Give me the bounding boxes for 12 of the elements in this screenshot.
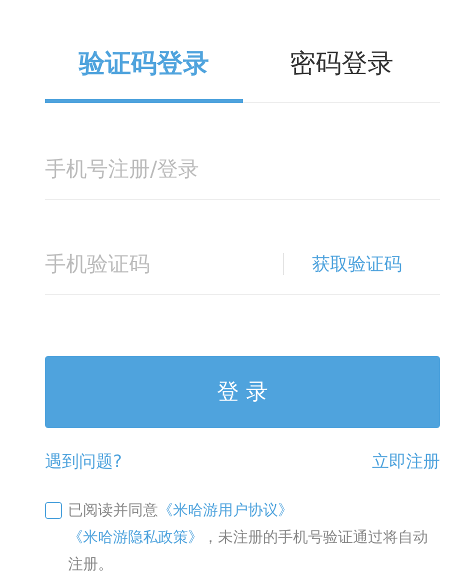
agreement-checkbox[interactable] xyxy=(45,502,62,519)
agreement-link[interactable]: 《米哈游用户协议》 xyxy=(158,501,293,519)
login-button[interactable]: 登 录 xyxy=(45,356,440,428)
code-input-field[interactable]: 手机验证码 xyxy=(45,247,283,281)
get-code-link[interactable]: 获取验证码 xyxy=(312,252,440,276)
phone-input-field[interactable]: 手机号注册/登录 xyxy=(45,152,440,186)
agreement-link[interactable]: 《米哈游隐私政策》 xyxy=(68,528,203,546)
register-link[interactable]: 立即注册 xyxy=(372,450,440,473)
login-tab[interactable]: 验证码登录 xyxy=(45,46,242,103)
agreement-text: 已阅读并同意《米哈游用户协议》 《米哈游隐私政策》，未注册的手机号验证通过将自动注册。 xyxy=(68,500,429,575)
help-link[interactable]: 遇到问题? xyxy=(45,450,122,473)
login-tab[interactable]: 密码登录 xyxy=(242,46,440,103)
